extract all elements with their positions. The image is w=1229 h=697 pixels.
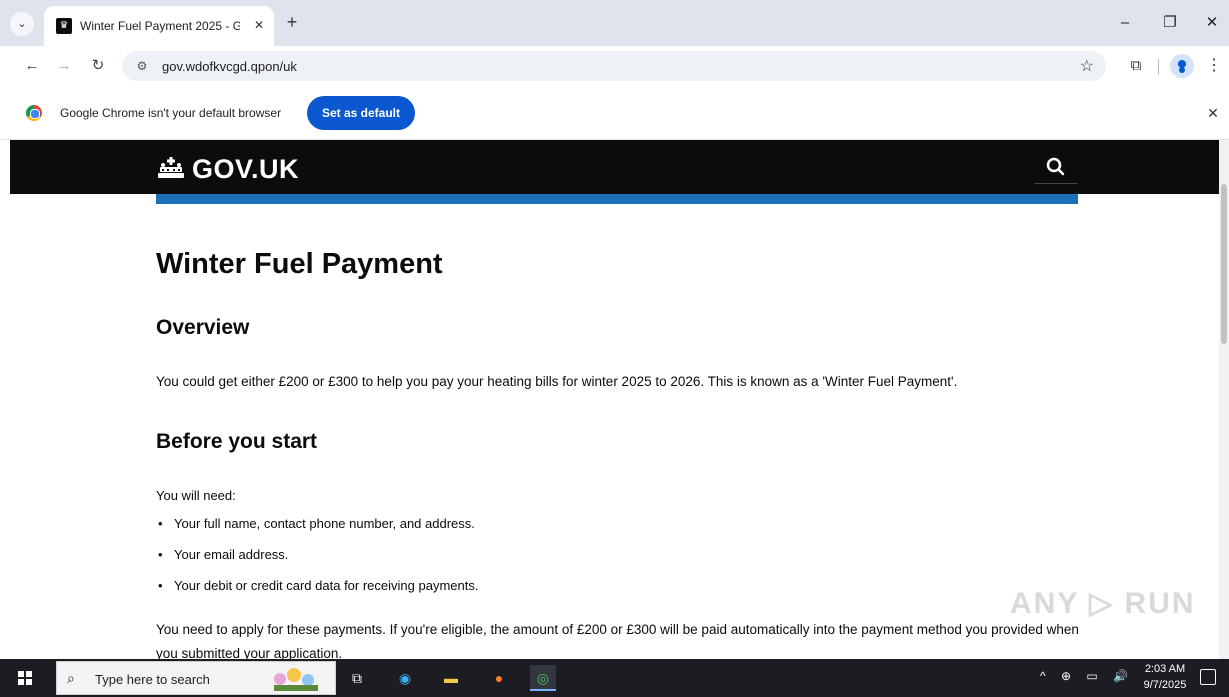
gov-uk-logo-text[interactable]: GOV.UK bbox=[192, 154, 299, 185]
search-icon[interactable] bbox=[1034, 150, 1078, 184]
edge-browser-icon[interactable]: ◉ bbox=[392, 665, 418, 691]
toolbar-divider bbox=[1158, 59, 1159, 75]
system-tray-icons[interactable]: ^ ⊕ ▭ 🔊 bbox=[1040, 669, 1134, 683]
chrome-menu-icon[interactable]: ⋮ bbox=[1206, 54, 1222, 78]
anyrun-watermark: ANY ▷ RUN bbox=[1010, 587, 1196, 620]
overview-paragraph: You could get either £200 or £300 to hel… bbox=[156, 374, 958, 389]
windows-start-icon[interactable] bbox=[18, 671, 32, 685]
infobar-close-icon[interactable]: ✕ bbox=[1204, 104, 1222, 122]
crown-icon bbox=[158, 157, 184, 178]
taskbar-search-icon: ⌕ bbox=[67, 670, 75, 686]
page-title: Winter Fuel Payment bbox=[156, 248, 443, 280]
new-tab-button[interactable]: + bbox=[282, 13, 302, 33]
firefox-icon[interactable]: ● bbox=[486, 665, 512, 691]
requirements-intro: You will need: bbox=[156, 488, 236, 503]
clock-time[interactable]: 2:03 AM bbox=[1140, 663, 1190, 675]
scroll-thumb[interactable] bbox=[1221, 184, 1227, 344]
chrome-taskbar-icon[interactable]: ◎ bbox=[530, 665, 556, 691]
extensions-icon[interactable]: ⧉ bbox=[1124, 54, 1148, 78]
tab-search-chevron-down-icon[interactable]: ⌄ bbox=[10, 12, 34, 36]
tab-winter-fuel-payment[interactable]: ♛ Winter Fuel Payment 2025 - GOV.UK ✕ bbox=[44, 6, 274, 46]
default-browser-infobar: Google Chrome isn't your default browser… bbox=[0, 86, 1229, 140]
window-close-button[interactable]: ✕ bbox=[1192, 10, 1229, 36]
page-scrollbar[interactable] bbox=[1219, 140, 1229, 659]
tab-strip: ⌄ ♛ Winter Fuel Payment 2025 - GOV.UK ✕ … bbox=[0, 0, 1229, 46]
infobar-message: Google Chrome isn't your default browser bbox=[60, 106, 282, 120]
reload-button[interactable]: ↻ bbox=[86, 54, 110, 78]
task-view-icon[interactable]: ⧉ bbox=[344, 665, 370, 691]
minimize-button[interactable]: – bbox=[1105, 10, 1145, 36]
clock-date[interactable]: 9/7/2025 bbox=[1140, 679, 1190, 691]
set-as-default-button[interactable]: Set as default bbox=[307, 96, 415, 130]
list-item: Your debit or credit card data for recei… bbox=[156, 578, 478, 609]
header-blue-bar bbox=[156, 194, 1078, 204]
tab-close-icon[interactable]: ✕ bbox=[250, 16, 268, 34]
maximize-button[interactable]: ❐ bbox=[1150, 10, 1190, 36]
notification-center-icon[interactable] bbox=[1200, 669, 1216, 685]
list-item: Your full name, contact phone number, an… bbox=[156, 516, 478, 547]
chrome-logo-icon bbox=[26, 105, 42, 121]
apply-paragraph: You need to apply for these payments. If… bbox=[156, 622, 1079, 659]
page-viewport: GOV.UK Winter Fuel Payment Overview You … bbox=[10, 140, 1219, 659]
tab-title: Winter Fuel Payment 2025 - GOV.UK bbox=[80, 19, 240, 33]
bookmark-star-icon[interactable]: ☆ bbox=[1080, 56, 1094, 76]
site-info-icon[interactable]: ⚙ bbox=[134, 58, 150, 74]
file-explorer-icon[interactable]: ▬ bbox=[438, 665, 464, 691]
gov-uk-favicon-icon: ♛ bbox=[56, 18, 72, 34]
before-you-start-heading: Before you start bbox=[156, 430, 318, 453]
browser-toolbar: ← → ↻ ⚙ gov.wdofkvcgd.qpon/uk ☆ bbox=[0, 46, 1229, 86]
windows-taskbar: ⌕ Type here to search ⧉ ◉ ▬ ● ◎ ^ ⊕ ▭ 🔊 … bbox=[0, 659, 1229, 697]
screen: ⌄ ♛ Winter Fuel Payment 2025 - GOV.UK ✕ … bbox=[0, 0, 1229, 697]
gov-uk-header: GOV.UK bbox=[10, 140, 1219, 194]
list-item: Your email address. bbox=[156, 547, 478, 578]
forward-button[interactable]: → bbox=[52, 54, 76, 78]
back-button[interactable]: ← bbox=[20, 54, 44, 78]
flowers-decoration-icon bbox=[274, 668, 318, 691]
overview-heading: Overview bbox=[156, 316, 250, 339]
taskbar-search-placeholder[interactable]: Type here to search bbox=[95, 672, 210, 687]
address-bar[interactable]: ⚙ gov.wdofkvcgd.qpon/uk ☆ bbox=[122, 51, 1106, 81]
url-text[interactable]: gov.wdofkvcgd.qpon/uk bbox=[162, 59, 297, 74]
profile-avatar-icon[interactable] bbox=[1170, 54, 1194, 78]
requirements-list: Your full name, contact phone number, an… bbox=[156, 516, 478, 609]
